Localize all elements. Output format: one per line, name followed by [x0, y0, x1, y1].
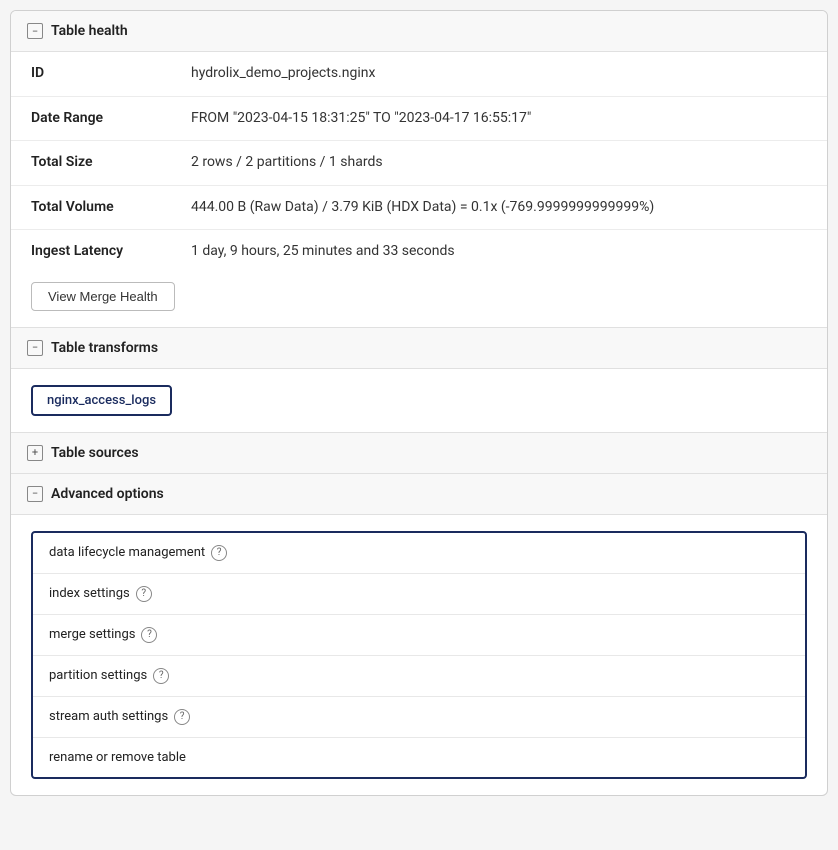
advanced-options-title: Advanced options — [51, 486, 164, 502]
help-icon-index-settings[interactable]: ? — [136, 586, 152, 602]
advanced-item-data-lifecycle[interactable]: data lifecycle management ? — [33, 533, 805, 574]
help-icon-stream-auth-settings[interactable]: ? — [174, 709, 190, 725]
advanced-item-stream-auth-settings[interactable]: stream auth settings ? — [33, 697, 805, 738]
advanced-item-partition-settings[interactable]: partition settings ? — [33, 656, 805, 697]
label-total-volume: Total Volume — [31, 198, 191, 215]
view-merge-health-button[interactable]: View Merge Health — [31, 282, 175, 311]
table-transforms-header[interactable]: − Table transforms — [11, 328, 827, 369]
value-total-size: 2 rows / 2 partitions / 1 shards — [191, 153, 807, 173]
table-sources-title: Table sources — [51, 445, 139, 461]
table-sources-expand-icon[interactable]: + — [27, 445, 43, 461]
info-row-date-range: Date Range FROM "2023-04-15 18:31:25" TO… — [11, 97, 827, 142]
info-row-id: ID hydrolix_demo_projects.nginx — [11, 52, 827, 97]
table-sources-section: + Table sources — [11, 433, 827, 474]
info-row-total-volume: Total Volume 444.00 B (Raw Data) / 3.79 … — [11, 186, 827, 231]
label-date-range: Date Range — [31, 109, 191, 126]
advanced-item-label-partition-settings: partition settings — [49, 668, 147, 683]
advanced-options-content: data lifecycle management ? index settin… — [11, 531, 827, 779]
table-health-info: ID hydrolix_demo_projects.nginx Date Ran… — [11, 52, 827, 274]
advanced-options-header[interactable]: − Advanced options — [11, 474, 827, 515]
table-transforms-collapse-icon[interactable]: − — [27, 340, 43, 356]
advanced-options-section: − Advanced options data lifecycle manage… — [11, 474, 827, 779]
table-sources-header[interactable]: + Table sources — [11, 433, 827, 473]
label-total-size: Total Size — [31, 153, 191, 170]
main-panel: − Table health ID hydrolix_demo_projects… — [10, 10, 828, 796]
table-health-section: − Table health ID hydrolix_demo_projects… — [11, 11, 827, 328]
advanced-item-merge-settings[interactable]: merge settings ? — [33, 615, 805, 656]
advanced-item-rename-remove-table[interactable]: rename or remove table — [33, 738, 805, 777]
help-icon-merge-settings[interactable]: ? — [141, 627, 157, 643]
advanced-item-label-merge-settings: merge settings — [49, 627, 135, 642]
table-transforms-section: − Table transforms nginx_access_logs — [11, 328, 827, 433]
table-transforms-title: Table transforms — [51, 340, 158, 356]
advanced-item-label-rename-remove-table: rename or remove table — [49, 750, 186, 765]
advanced-item-index-settings[interactable]: index settings ? — [33, 574, 805, 615]
table-health-title: Table health — [51, 23, 128, 39]
value-date-range: FROM "2023-04-15 18:31:25" TO "2023-04-1… — [191, 109, 807, 129]
advanced-options-collapse-icon[interactable]: − — [27, 486, 43, 502]
help-icon-data-lifecycle[interactable]: ? — [211, 545, 227, 561]
label-id: ID — [31, 64, 191, 81]
info-row-total-size: Total Size 2 rows / 2 partitions / 1 sha… — [11, 141, 827, 186]
advanced-options-list: data lifecycle management ? index settin… — [31, 531, 807, 779]
advanced-item-label-data-lifecycle: data lifecycle management — [49, 545, 205, 560]
label-ingest-latency: Ingest Latency — [31, 242, 191, 259]
transforms-content: nginx_access_logs — [11, 369, 827, 432]
table-health-collapse-icon[interactable]: − — [27, 23, 43, 39]
advanced-item-label-index-settings: index settings — [49, 586, 130, 601]
value-total-volume: 444.00 B (Raw Data) / 3.79 KiB (HDX Data… — [191, 198, 807, 218]
info-row-ingest-latency: Ingest Latency 1 day, 9 hours, 25 minute… — [11, 230, 827, 274]
help-icon-partition-settings[interactable]: ? — [153, 668, 169, 684]
value-id: hydrolix_demo_projects.nginx — [191, 64, 807, 84]
transform-tag[interactable]: nginx_access_logs — [31, 385, 172, 416]
value-ingest-latency: 1 day, 9 hours, 25 minutes and 33 second… — [191, 242, 807, 262]
table-health-header[interactable]: − Table health — [11, 11, 827, 52]
advanced-item-label-stream-auth-settings: stream auth settings — [49, 709, 168, 724]
